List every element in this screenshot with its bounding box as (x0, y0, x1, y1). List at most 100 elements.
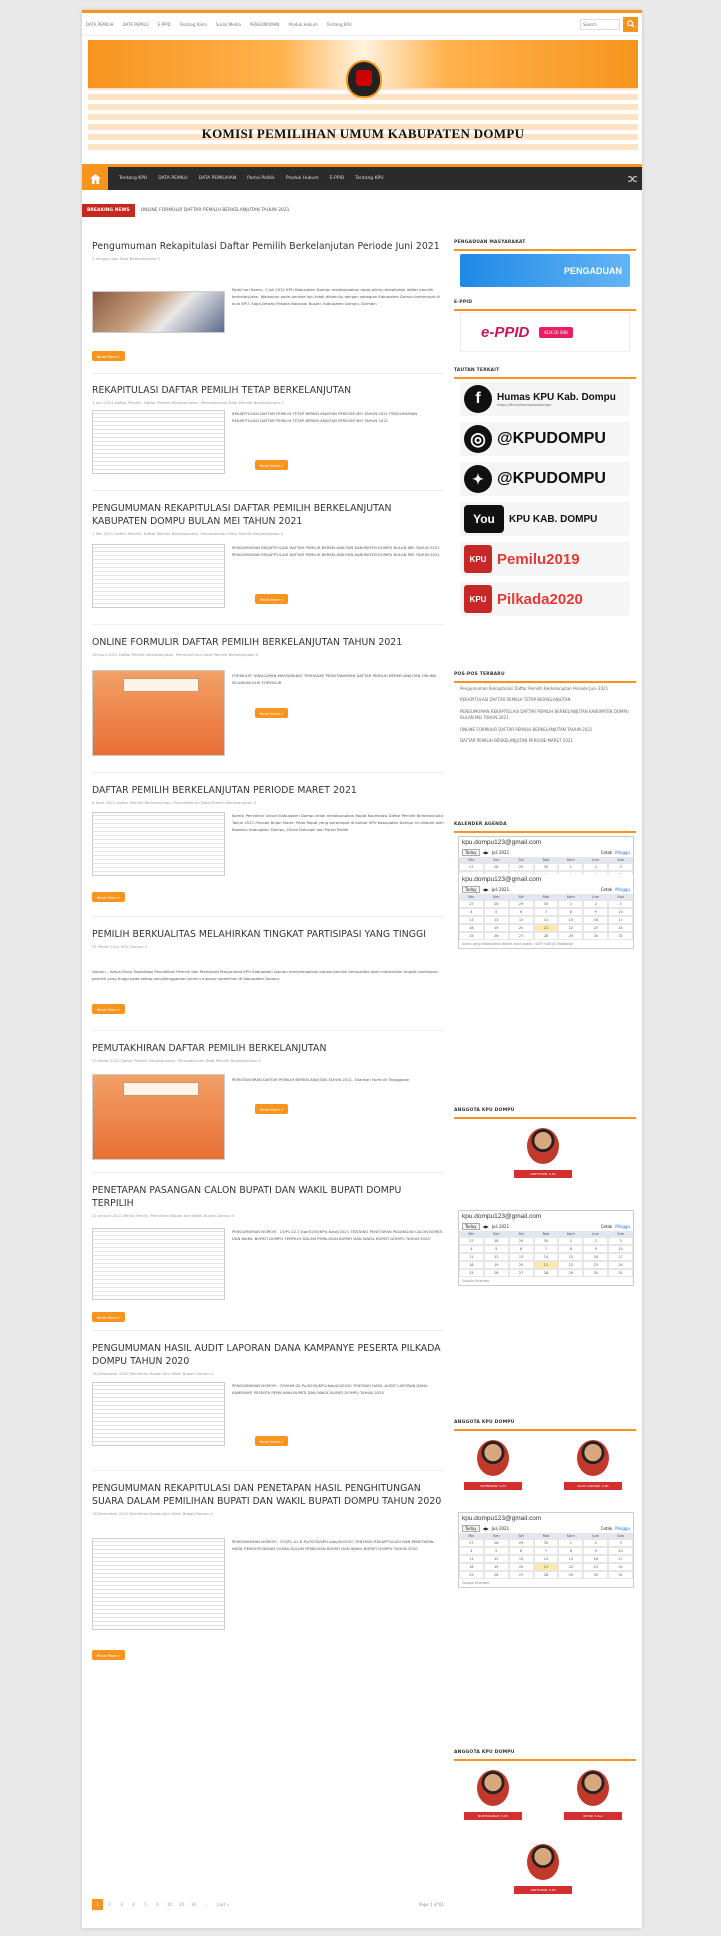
calendar-day[interactable]: 30 (583, 1571, 609, 1579)
calendar-day[interactable]: 30 (533, 1539, 559, 1547)
social-pilkada2020[interactable]: KPU Pilkada2020 (460, 582, 630, 616)
calendar-day[interactable]: 3 (608, 863, 633, 871)
member-card[interactable]: SUHERMAN, S.Pd (464, 1438, 522, 1502)
read-more-button[interactable]: Read More » (92, 1004, 125, 1014)
calendar-day[interactable]: 12 (483, 1253, 509, 1261)
calendar-day[interactable]: 7 (533, 1245, 559, 1253)
post-thumbnail[interactable] (92, 291, 225, 333)
post-thumbnail[interactable] (92, 1074, 225, 1160)
post-title[interactable]: PEMUTAKHIRAN DAFTAR PEMILIH BERKELANJUTA… (92, 1042, 444, 1055)
calendar-day[interactable]: 2 (583, 1539, 609, 1547)
calendar-day[interactable]: 3 (608, 1539, 633, 1547)
calendar-day[interactable]: 29 (558, 932, 584, 940)
calendar-day[interactable]: 6 (508, 1547, 534, 1555)
calendar-day[interactable]: 26 (483, 932, 509, 940)
calendar-day[interactable]: 2 (583, 863, 609, 871)
top-link[interactable]: Sosial Media (216, 22, 241, 27)
nav-item[interactable]: E-PPID (330, 176, 345, 181)
top-link[interactable]: E-PPID (158, 22, 171, 27)
calendar-day[interactable]: 13 (508, 1253, 534, 1261)
page-link[interactable]: 1 (92, 1898, 103, 1910)
calendar-day[interactable]: 10 (608, 1547, 633, 1555)
calendar-day[interactable]: 8 (558, 908, 584, 916)
post-title[interactable]: PEMILIH BERKUALITAS MELAHIRKAN TINGKAT P… (92, 928, 444, 941)
page-link[interactable]: 3 (116, 1899, 127, 1910)
calendar-day[interactable]: 11 (459, 1555, 484, 1563)
recent-link[interactable]: PENGUMUMAN REKAPITULASI DAFTAR PEMILIH B… (460, 709, 630, 722)
social-instagram[interactable]: ◎ @KPUDOMPU (460, 422, 630, 456)
calendar-day[interactable]: 21 (533, 1563, 559, 1571)
calendar-day[interactable]: 29 (508, 1237, 534, 1245)
calendar-day[interactable]: 16 (583, 916, 609, 924)
post-title[interactable]: PENETAPAN PASANGAN CALON BUPATI DAN WAKI… (92, 1184, 444, 1210)
calendar-day[interactable]: 6 (508, 908, 534, 916)
member-card[interactable]: ARIFUDDIN, S.Pd (514, 1126, 572, 1190)
print-button[interactable]: Cetak (601, 1224, 613, 1229)
calendar-day[interactable]: 5 (483, 1245, 509, 1253)
eppid-click-button[interactable]: KLIK DI SINI (539, 326, 573, 338)
calendar-day[interactable]: 24 (608, 1261, 633, 1269)
recent-link[interactable]: DAFTAR PEMILIH BERKELANJUTAN PERIODE MAR… (460, 738, 630, 744)
calendar-day[interactable]: 10 (608, 908, 633, 916)
calendar-day[interactable]: 27 (508, 1571, 534, 1579)
calendar-day[interactable]: 7 (533, 908, 559, 916)
calendar-day[interactable]: 19 (483, 924, 509, 932)
page-link[interactable]: 10 (164, 1899, 175, 1910)
calendar-day[interactable]: 6 (508, 1245, 534, 1253)
calendar-day[interactable]: 25 (459, 932, 484, 940)
calendar-day[interactable]: 26 (483, 1269, 509, 1277)
last-page-link[interactable]: Last » (212, 1899, 234, 1910)
calendar-day[interactable]: 28 (533, 1571, 559, 1579)
calendar-embed-fourth[interactable]: kpu.dompu123@gmail.com Today ◀▶ Juli 202… (458, 1512, 634, 1588)
page-link[interactable]: 20 (176, 1899, 187, 1910)
nav-item[interactable]: Produk Hukum (286, 176, 319, 181)
calendar-day[interactable]: 17 (608, 916, 633, 924)
member-card[interactable]: ARIFUDDIN, S.Pd (514, 1842, 572, 1906)
calendar-day[interactable]: 15 (558, 916, 584, 924)
today-button[interactable]: Today (462, 1223, 480, 1230)
calendar-day[interactable]: 29 (508, 1539, 534, 1547)
print-button[interactable]: Cetak (601, 850, 613, 855)
page-link[interactable]: 2 (104, 1899, 115, 1910)
nav-item[interactable]: Tentang KPU (119, 176, 147, 181)
calendar-day[interactable]: 4 (459, 1547, 484, 1555)
calendar-day[interactable]: 26 (483, 1571, 509, 1579)
calendar-day[interactable]: 27 (459, 900, 484, 908)
prev-icon[interactable]: ◀▶ (483, 1526, 489, 1531)
calendar-day[interactable]: 27 (459, 1539, 484, 1547)
calendar-day[interactable]: 13 (508, 1555, 534, 1563)
calendar-day[interactable]: 23 (583, 924, 609, 932)
calendar-day[interactable]: 28 (483, 900, 509, 908)
calendar-day[interactable]: 25 (459, 1571, 484, 1579)
read-more-button[interactable]: Read More » (255, 1436, 288, 1446)
calendar-day[interactable]: 19 (483, 1261, 509, 1269)
calendar-day[interactable]: 20 (508, 924, 534, 932)
read-more-button[interactable]: Read More » (255, 1104, 288, 1114)
top-link[interactable]: PENGUMUMAN (250, 22, 280, 27)
calendar-day[interactable]: 27 (459, 863, 484, 871)
calendar-day[interactable]: 18 (459, 1261, 484, 1269)
post-thumbnail[interactable] (92, 1538, 225, 1630)
calendar-day[interactable]: 29 (508, 863, 534, 871)
top-link[interactable]: Produk Hukum (288, 22, 317, 27)
week-tab[interactable]: Minggu (615, 850, 630, 855)
calendar-day[interactable]: 30 (533, 863, 559, 871)
calendar-day[interactable]: 5 (483, 1547, 509, 1555)
week-tab[interactable]: Minggu (615, 1526, 630, 1531)
calendar-day[interactable]: 3 (608, 1237, 633, 1245)
kpu-logo-icon[interactable] (346, 60, 382, 98)
prev-icon[interactable]: ◀▶ (483, 1224, 489, 1229)
today-button[interactable]: Today (462, 849, 480, 856)
page-link[interactable]: 6 (152, 1899, 163, 1910)
calendar-day[interactable]: 17 (608, 1555, 633, 1563)
calendar-day[interactable]: 9 (583, 1547, 609, 1555)
calendar-day[interactable]: 27 (508, 1269, 534, 1277)
post-title[interactable]: PENGUMUMAN HASIL AUDIT LAPORAN DANA KAMP… (92, 1342, 444, 1368)
page-link[interactable]: 4 (128, 1899, 139, 1910)
calendar-day[interactable]: 19 (483, 1563, 509, 1571)
calendar-day[interactable]: 18 (459, 1563, 484, 1571)
calendar-day[interactable]: 27 (508, 932, 534, 940)
calendar-day[interactable]: 29 (558, 1571, 584, 1579)
top-link[interactable]: DATA PEMILU (123, 22, 149, 27)
search-input[interactable] (580, 18, 620, 30)
